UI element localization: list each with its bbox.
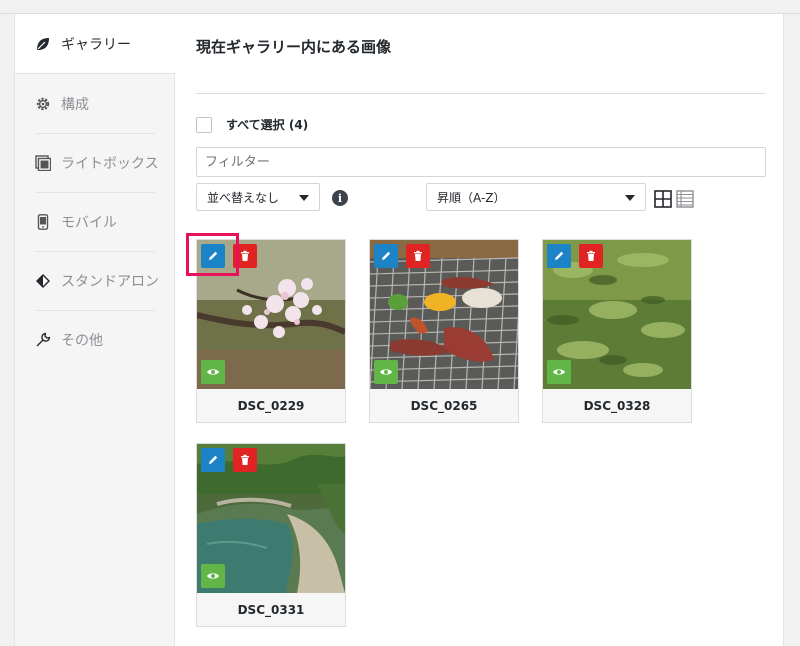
sidebar-item-mobile[interactable]: モバイル: [15, 192, 175, 251]
top-bar: [0, 0, 800, 14]
delete-button[interactable]: [233, 448, 257, 472]
standalone-icon: [35, 273, 51, 289]
eye-icon: [207, 369, 219, 375]
grid-view-icon[interactable]: [654, 190, 672, 208]
preview-button[interactable]: [547, 360, 571, 384]
settings-panel: ギャラリー 構成 ライトボックス モバイル スタンドアロン その他 現在ギャラリ…: [14, 14, 784, 646]
mobile-icon: [35, 213, 51, 230]
select-all[interactable]: すべて選択 (4): [196, 116, 308, 133]
sort-select[interactable]: 並べ替えなし: [196, 183, 320, 211]
trash-icon: [587, 250, 595, 261]
edit-button[interactable]: [374, 244, 398, 268]
sidebar-item-label: スタンドアロン: [61, 273, 159, 290]
sidebar-item-label: その他: [61, 332, 103, 349]
list-view-icon[interactable]: [676, 190, 694, 208]
pencil-icon: [382, 251, 391, 260]
sidebar-item-label: モバイル: [61, 214, 117, 231]
sidebar: ギャラリー 構成 ライトボックス モバイル スタンドアロン その他: [15, 14, 176, 646]
preview-button[interactable]: [374, 360, 398, 384]
filter-input[interactable]: [196, 147, 766, 177]
page-title: 現在ギャラリー内にある画像: [196, 38, 392, 56]
eye-icon: [207, 573, 219, 579]
info-icon[interactable]: i: [332, 190, 348, 206]
sidebar-item-label: ライトボックス: [61, 155, 159, 172]
trash-icon: [241, 250, 249, 261]
edit-button-highlight: [186, 233, 239, 276]
chevron-down-icon: [625, 195, 635, 201]
wrench-icon: [35, 332, 51, 348]
select-all-label: すべて選択 (4): [226, 118, 309, 132]
image-name: DSC_0229: [237, 399, 305, 413]
sidebar-item-label: 構成: [61, 96, 89, 113]
divider: [196, 93, 765, 94]
eye-icon: [380, 369, 392, 375]
sidebar-item-other[interactable]: その他: [15, 310, 175, 369]
edit-button[interactable]: [547, 244, 571, 268]
image-card[interactable]: DSC_0328: [542, 239, 692, 423]
sidebar-item-lightbox[interactable]: ライトボックス: [15, 133, 175, 192]
sidebar-item-label: ギャラリー: [61, 36, 131, 53]
trash-icon: [241, 454, 249, 465]
order-select-value: 昇順（A-Z）: [437, 190, 506, 205]
image-name: DSC_0328: [583, 399, 651, 413]
eye-icon: [553, 369, 565, 375]
leaf-icon: [35, 36, 51, 52]
image-card[interactable]: DSC_0331: [196, 443, 346, 627]
sidebar-item-standalone[interactable]: スタンドアロン: [15, 251, 175, 310]
trash-icon: [414, 250, 422, 261]
lightbox-icon: [35, 154, 51, 171]
delete-button[interactable]: [406, 244, 430, 268]
pencil-icon: [555, 251, 564, 260]
gear-icon: [35, 96, 51, 112]
image-card[interactable]: DSC_0265: [369, 239, 519, 423]
image-name: DSC_0265: [410, 399, 478, 413]
pencil-icon: [209, 455, 218, 464]
chevron-down-icon: [299, 195, 309, 201]
edit-button[interactable]: [201, 448, 225, 472]
sidebar-item-config[interactable]: 構成: [15, 74, 175, 133]
main-content: 現在ギャラリー内にある画像 すべて選択 (4) 並べ替えなし i 昇順（A-Z）: [176, 14, 784, 646]
sort-select-value: 並べ替えなし: [207, 190, 280, 205]
delete-button[interactable]: [579, 244, 603, 268]
select-all-checkbox[interactable]: [196, 116, 212, 133]
preview-button[interactable]: [201, 360, 225, 384]
sidebar-item-gallery[interactable]: ギャラリー: [15, 14, 176, 74]
image-name: DSC_0331: [237, 603, 305, 617]
order-select[interactable]: 昇順（A-Z）: [426, 183, 646, 211]
preview-button[interactable]: [201, 564, 225, 588]
